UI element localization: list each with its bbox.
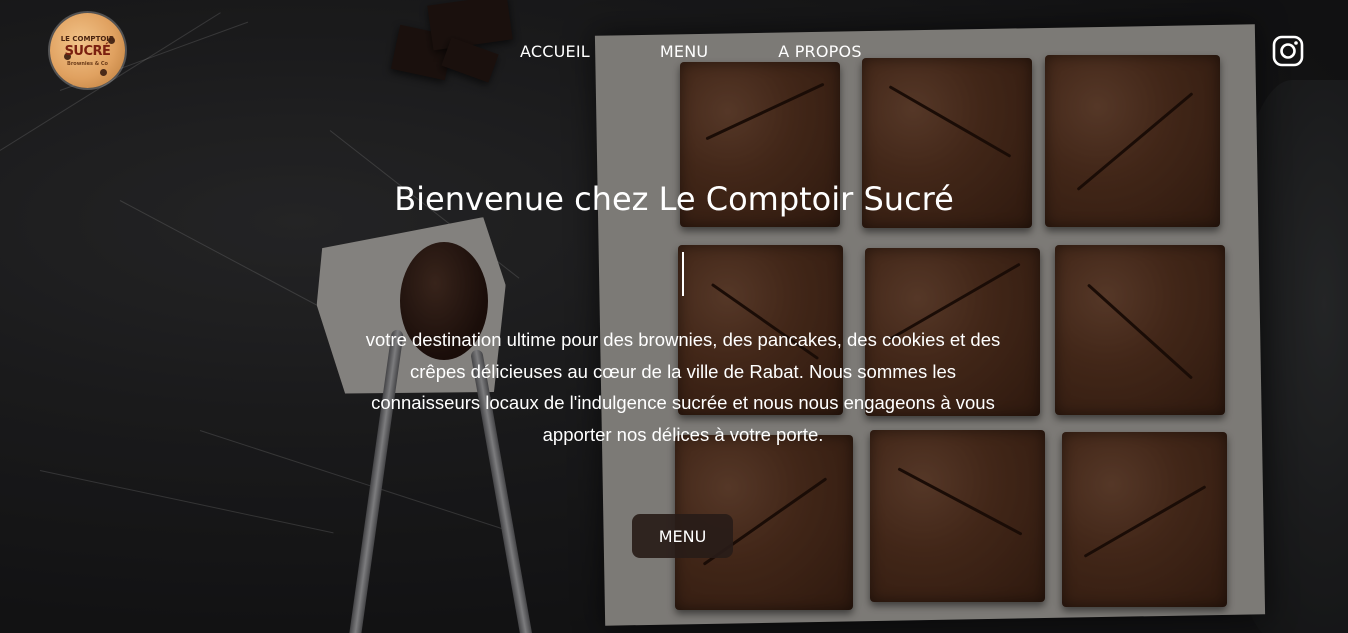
logo-text-sub: Brownies & Co [67, 61, 108, 67]
main-nav: ACCUEIL MENU A PROPOS [520, 42, 862, 62]
brand-logo[interactable]: LE COMPTOIR SUCRÉ Brownies & Co [50, 13, 125, 88]
logo-text-main: SUCRÉ [64, 44, 111, 59]
menu-button[interactable]: MENU [632, 514, 733, 558]
logo-text-top: LE COMPTOIR [60, 35, 115, 43]
page-title: Bienvenue chez Le Comptoir Sucré [394, 180, 954, 218]
instagram-icon[interactable] [1272, 35, 1304, 67]
nav-link-menu[interactable]: MENU [660, 42, 708, 62]
title-divider [682, 252, 684, 296]
nav-link-accueil[interactable]: ACCUEIL [520, 42, 590, 62]
nav-link-a-propos[interactable]: A PROPOS [778, 42, 861, 62]
hero-section: LE COMPTOIR SUCRÉ Brownies & Co ACCUEIL … [0, 0, 1348, 633]
intro-text: votre destination ultime pour des browni… [365, 329, 1001, 445]
